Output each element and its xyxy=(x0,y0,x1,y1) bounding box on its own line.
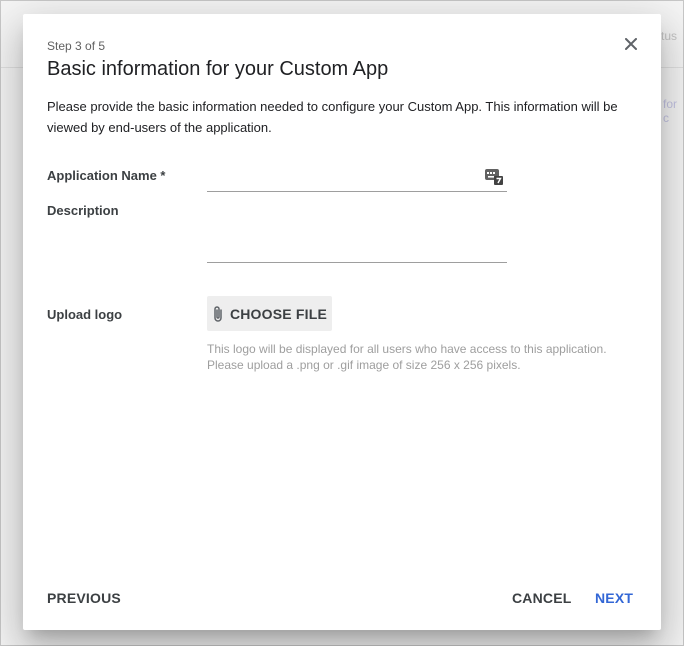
close-icon xyxy=(625,38,637,50)
keyboard-icon[interactable] xyxy=(484,166,504,186)
description-input[interactable] xyxy=(207,204,511,260)
upload-hint-line: This logo will be displayed for all user… xyxy=(207,342,607,356)
description-label: Description xyxy=(47,203,119,218)
paperclip-icon xyxy=(214,305,222,322)
step-indicator: Step 3 of 5 xyxy=(47,39,106,53)
next-button[interactable]: NEXT xyxy=(595,590,633,606)
application-name-input[interactable] xyxy=(207,168,481,192)
dialog-title: Basic information for your Custom App xyxy=(47,58,389,80)
upload-logo-label: Upload logo xyxy=(47,307,123,322)
close-button[interactable] xyxy=(621,34,641,54)
cancel-button[interactable]: CANCEL xyxy=(512,590,572,606)
custom-app-dialog: Step 3 of 5 Basic information for your C… xyxy=(23,14,661,630)
description-underline xyxy=(207,262,507,263)
choose-file-button[interactable]: CHOOSE FILE xyxy=(207,296,332,331)
previous-button[interactable]: PREVIOUS xyxy=(47,590,121,606)
upload-hint-line: Please upload a .png or .gif image of si… xyxy=(207,358,521,372)
keyboard-icon xyxy=(485,169,503,185)
intro-text: Please provide the basic information nee… xyxy=(47,99,618,135)
application-name-underline xyxy=(207,191,507,192)
upload-hint: This logo will be displayed for all user… xyxy=(207,341,607,373)
application-name-label: Application Name * xyxy=(47,168,166,183)
choose-file-label: CHOOSE FILE xyxy=(229,305,328,322)
